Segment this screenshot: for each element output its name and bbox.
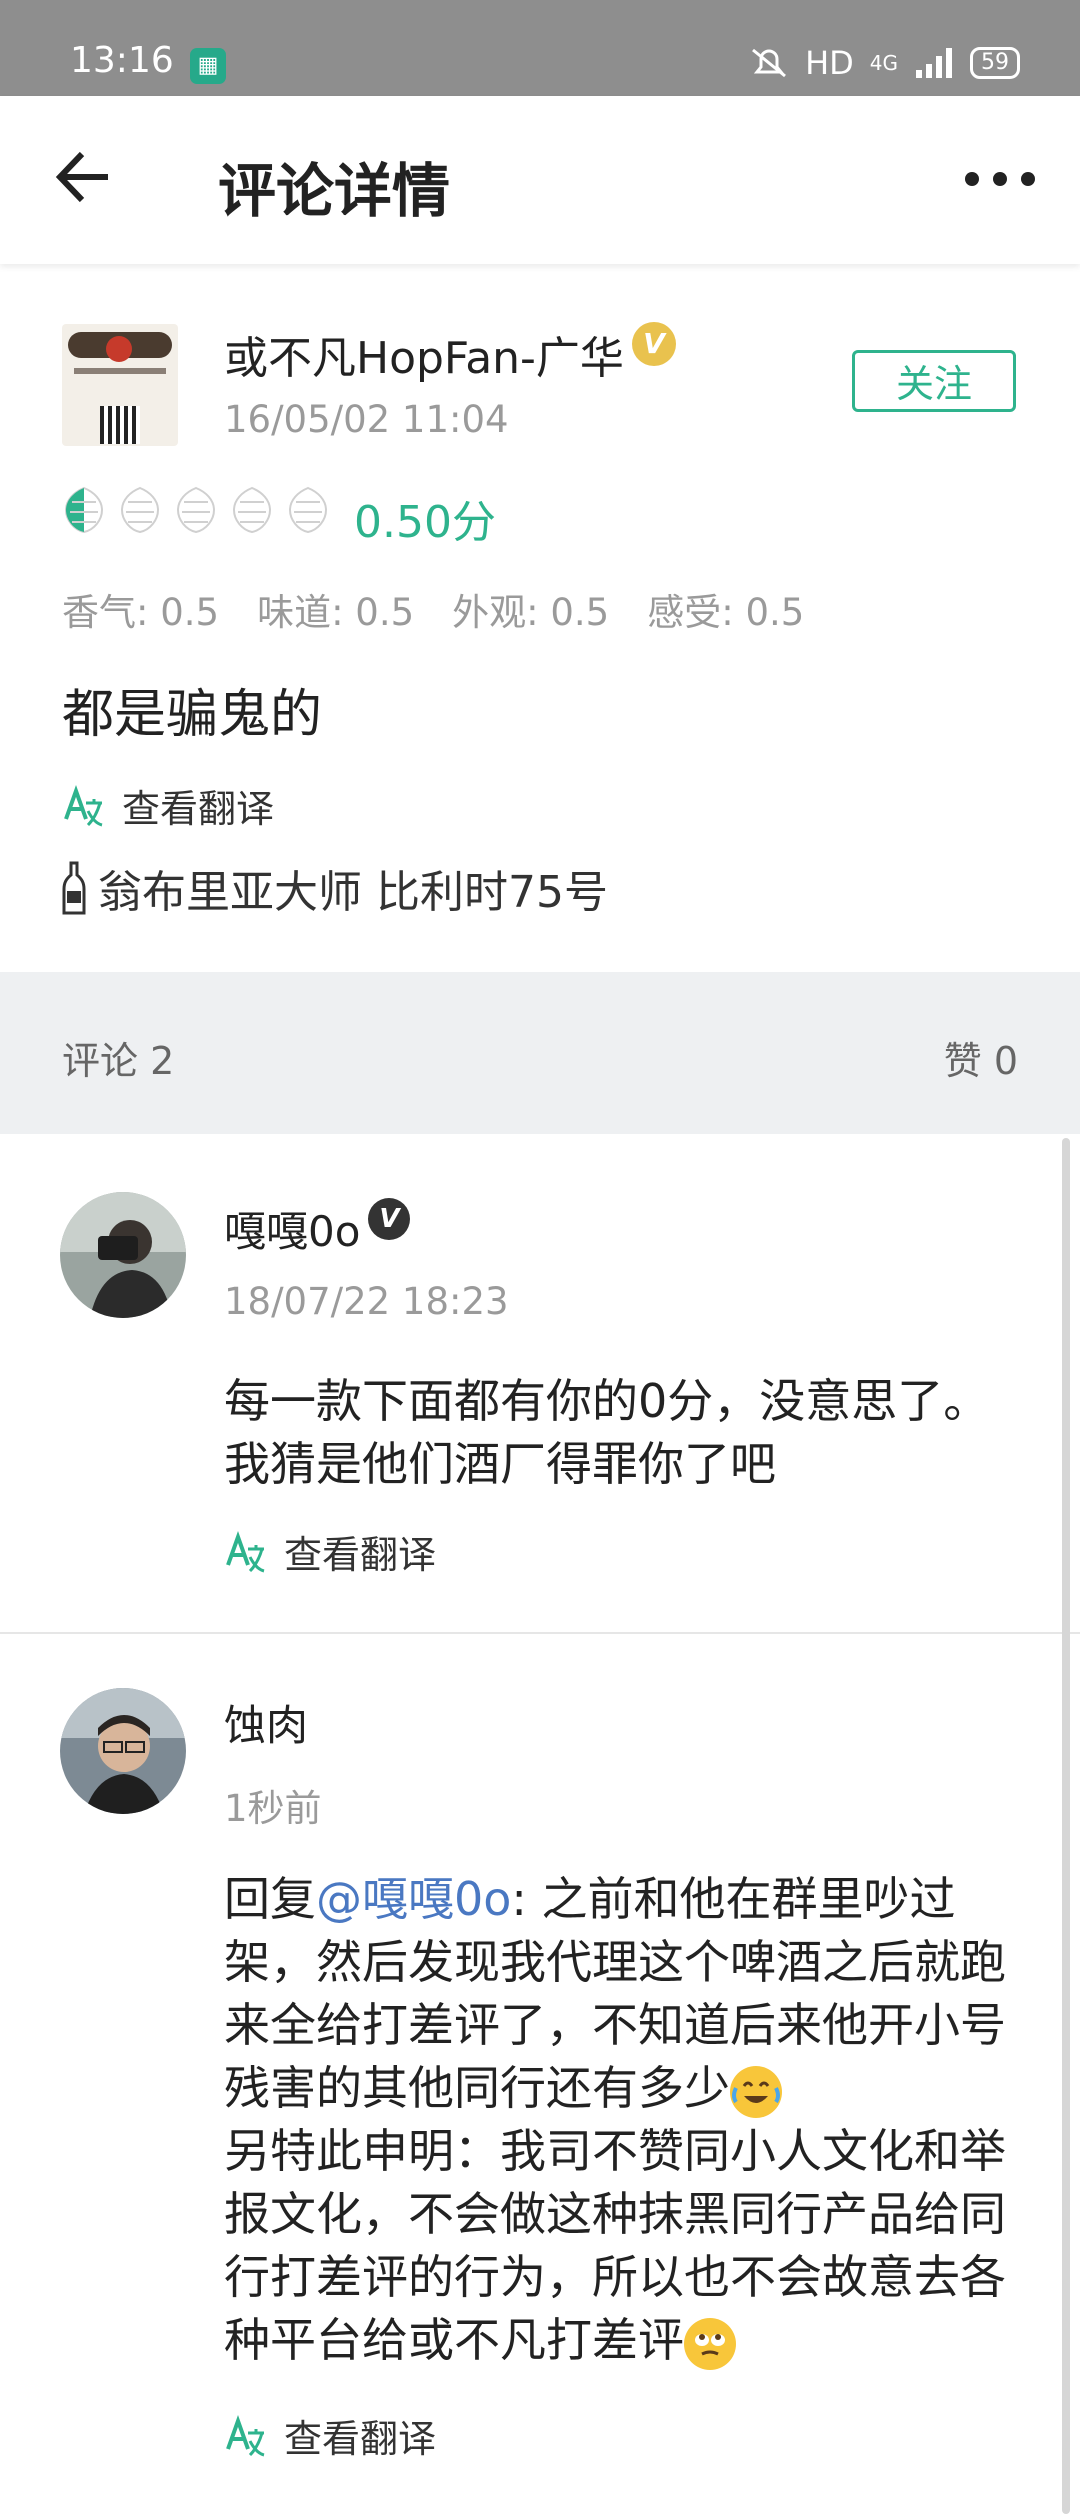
comment-text-line: 我猜是他们酒厂得罪你了吧: [224, 1437, 776, 1491]
beer-name: 翁布里亚大师 比利时75号: [98, 867, 608, 918]
likes-count[interactable]: 赞 0: [944, 1030, 1018, 1085]
comment-text-line: 每一款下面都有你的0分，没意思了。: [224, 1374, 990, 1428]
mention-link[interactable]: @嘎嘎0o: [316, 1872, 511, 1926]
translate-icon: [226, 2414, 265, 2456]
commenter-name[interactable]: 嘎嘎0o V: [224, 1198, 411, 1259]
translate-icon: [64, 784, 103, 826]
app-notification-icon: ▦: [190, 48, 226, 84]
subscore-appearance: 外观: 0.5: [452, 591, 610, 634]
review-text: 都是骗鬼的: [62, 685, 323, 745]
hop-icon-empty: [232, 486, 272, 534]
hop-icon-half: [64, 486, 104, 534]
translate-label: 查看翻译: [284, 2417, 437, 2461]
page-title: 评论详情: [218, 157, 451, 225]
laugh-cry-emoji-icon: [730, 2065, 782, 2118]
back-arrow-icon[interactable]: [52, 142, 122, 212]
commenter-name-text: 嘎嘎0o: [224, 1207, 361, 1256]
avatar-photo: [60, 1688, 186, 1814]
eye-roll-emoji-icon: [684, 2317, 736, 2370]
logo-text-line: [74, 368, 166, 374]
verified-icon: V: [368, 1198, 411, 1240]
comment-time: 18/07/22 18:23: [224, 1280, 509, 1323]
comment-translate-link[interactable]: 查看翻译: [224, 1524, 436, 1579]
commenter-avatar[interactable]: [60, 1192, 186, 1318]
commenter-name[interactable]: 蚀肉: [224, 1692, 308, 1753]
qr-code: [100, 406, 140, 444]
counts-bar: 评论 2 赞 0: [0, 972, 1080, 1134]
review-time: 16/05/02 11:04: [224, 398, 509, 441]
translate-label: 查看翻译: [122, 787, 275, 831]
signal-label: 4G: [869, 51, 898, 75]
comment-text: 每一款下面都有你的0分，没意思了。 我猜是他们酒厂得罪你了吧: [224, 1370, 1014, 1496]
subscore-feel: 感受: 0.5: [647, 591, 805, 634]
subscore-taste: 味道: 0.5: [257, 591, 415, 634]
network-label: HD: [805, 44, 854, 82]
comment-divider: [0, 1632, 1080, 1634]
subscores: 香气: 0.5 味道: 0.5 外观: 0.5 感受: 0.5: [62, 582, 804, 636]
reviewer-avatar[interactable]: [62, 324, 178, 446]
comments-count[interactable]: 评论 2: [62, 1030, 174, 1085]
hop-icon-empty: [120, 486, 160, 534]
scrollbar[interactable]: [1062, 1138, 1070, 2514]
app-bar: 评论详情: [0, 96, 1080, 264]
verified-icon: V: [631, 322, 676, 366]
comment-text: 回复@嘎嘎0o: 之前和他在群里吵过架，然后发现我代理这个啤酒之后就跑来全给打差…: [224, 1868, 1014, 2372]
subscore-aroma: 香气: 0.5: [62, 591, 220, 634]
status-bar: 13:16 ▦ HD 4G 59: [0, 0, 1080, 96]
comment-translate-link[interactable]: 查看翻译: [224, 2408, 436, 2463]
battery-indicator: 59: [970, 47, 1020, 79]
bottle-icon: [62, 861, 86, 915]
review-score: 0.50分: [354, 497, 496, 548]
mute-icon: [752, 48, 787, 78]
translate-label: 查看翻译: [284, 1533, 437, 1577]
commenter-avatar[interactable]: [60, 1688, 186, 1814]
status-indicators: HD 4G 59: [749, 44, 1020, 82]
more-icon[interactable]: [960, 154, 1040, 204]
signal-icon: [916, 48, 952, 78]
hop-icon-empty: [288, 486, 328, 534]
logo-seal: [106, 336, 132, 362]
hop-rating: [62, 484, 330, 534]
comment-text-part: 另特此申明：我司不赞同小人文化和举报文化，不会做这种抹黑同行产品给同行打差评的行…: [224, 2124, 1006, 2367]
reviewer-name-text: 或不凡HopFan-广华: [224, 333, 624, 384]
follow-button[interactable]: 关注: [852, 350, 1016, 412]
comment-time: 1秒前: [224, 1787, 322, 1830]
beer-link[interactable]: 翁布里亚大师 比利时75号: [62, 856, 608, 920]
review-translate-link[interactable]: 查看翻译: [62, 778, 274, 833]
avatar-photo: [60, 1192, 186, 1318]
reviewer-name[interactable]: 或不凡HopFan-广华 V: [224, 322, 676, 386]
reply-prefix: 回复: [224, 1872, 316, 1926]
translate-icon: [226, 1530, 265, 1572]
hop-icon-empty: [176, 486, 216, 534]
status-time: 13:16: [70, 40, 174, 81]
